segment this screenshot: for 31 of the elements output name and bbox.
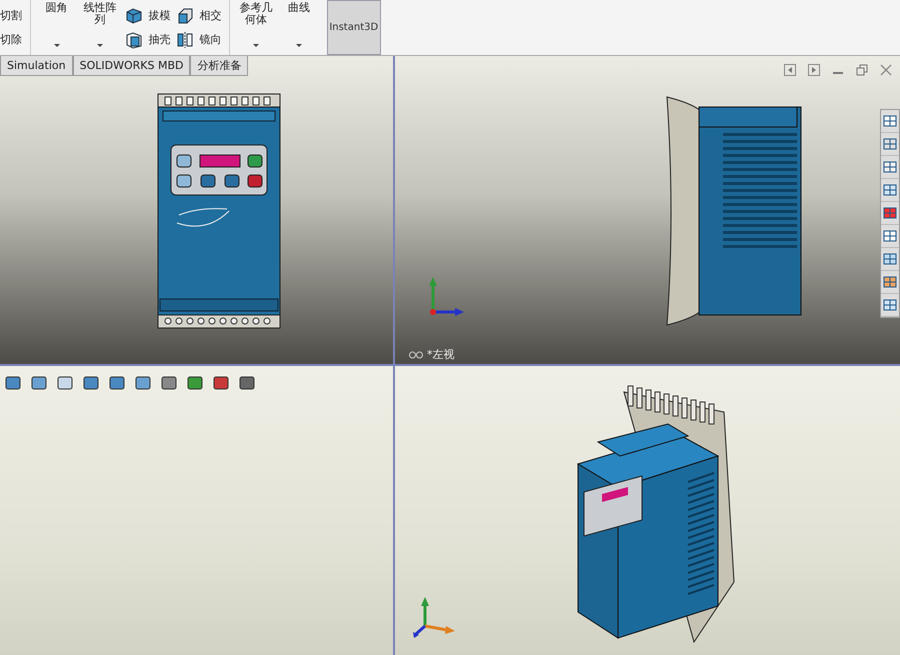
tab[interactable]: 分析准备 xyxy=(190,56,248,76)
tab[interactable]: SOLIDWORKS MBD xyxy=(72,56,190,76)
side-viewport[interactable]: *左视 xyxy=(395,56,900,364)
mirror-icon xyxy=(176,30,194,49)
command-button[interactable]: 镜向 xyxy=(176,28,222,51)
glasses-icon xyxy=(409,350,423,358)
feature-button[interactable]: 参考几何体 xyxy=(238,2,274,26)
solid-icon xyxy=(125,30,144,49)
close-icon[interactable] xyxy=(880,64,892,76)
caret-icon[interactable] xyxy=(252,44,259,47)
tab[interactable]: Simulation xyxy=(0,56,73,76)
caret-icon[interactable] xyxy=(96,44,103,47)
command-button[interactable]: 拔模 xyxy=(125,4,170,26)
command-button[interactable]: 相交 xyxy=(176,4,222,26)
solid-icon xyxy=(125,6,144,24)
restore-icon[interactable] xyxy=(856,64,868,76)
command-label[interactable]: 切割 xyxy=(0,8,22,24)
caret-icon[interactable] xyxy=(54,44,60,47)
feature-button[interactable]: 曲线 xyxy=(282,2,317,14)
isometric-viewport[interactable] xyxy=(395,366,900,655)
view-label: *左视 xyxy=(427,347,454,362)
front-viewport[interactable] xyxy=(0,56,393,364)
command-label[interactable]: 切除 xyxy=(0,32,22,47)
next-icon[interactable] xyxy=(808,64,820,76)
caret-icon[interactable] xyxy=(296,44,302,47)
feature-button[interactable]: 线性阵列 xyxy=(82,2,118,26)
command-button[interactable]: 抽壳 xyxy=(125,28,170,51)
feature-button[interactable]: 圆角 xyxy=(39,2,74,14)
previous-icon[interactable] xyxy=(784,64,796,76)
instant3d-button[interactable]: Instant3D xyxy=(326,0,381,55)
solid-icon xyxy=(176,6,194,24)
